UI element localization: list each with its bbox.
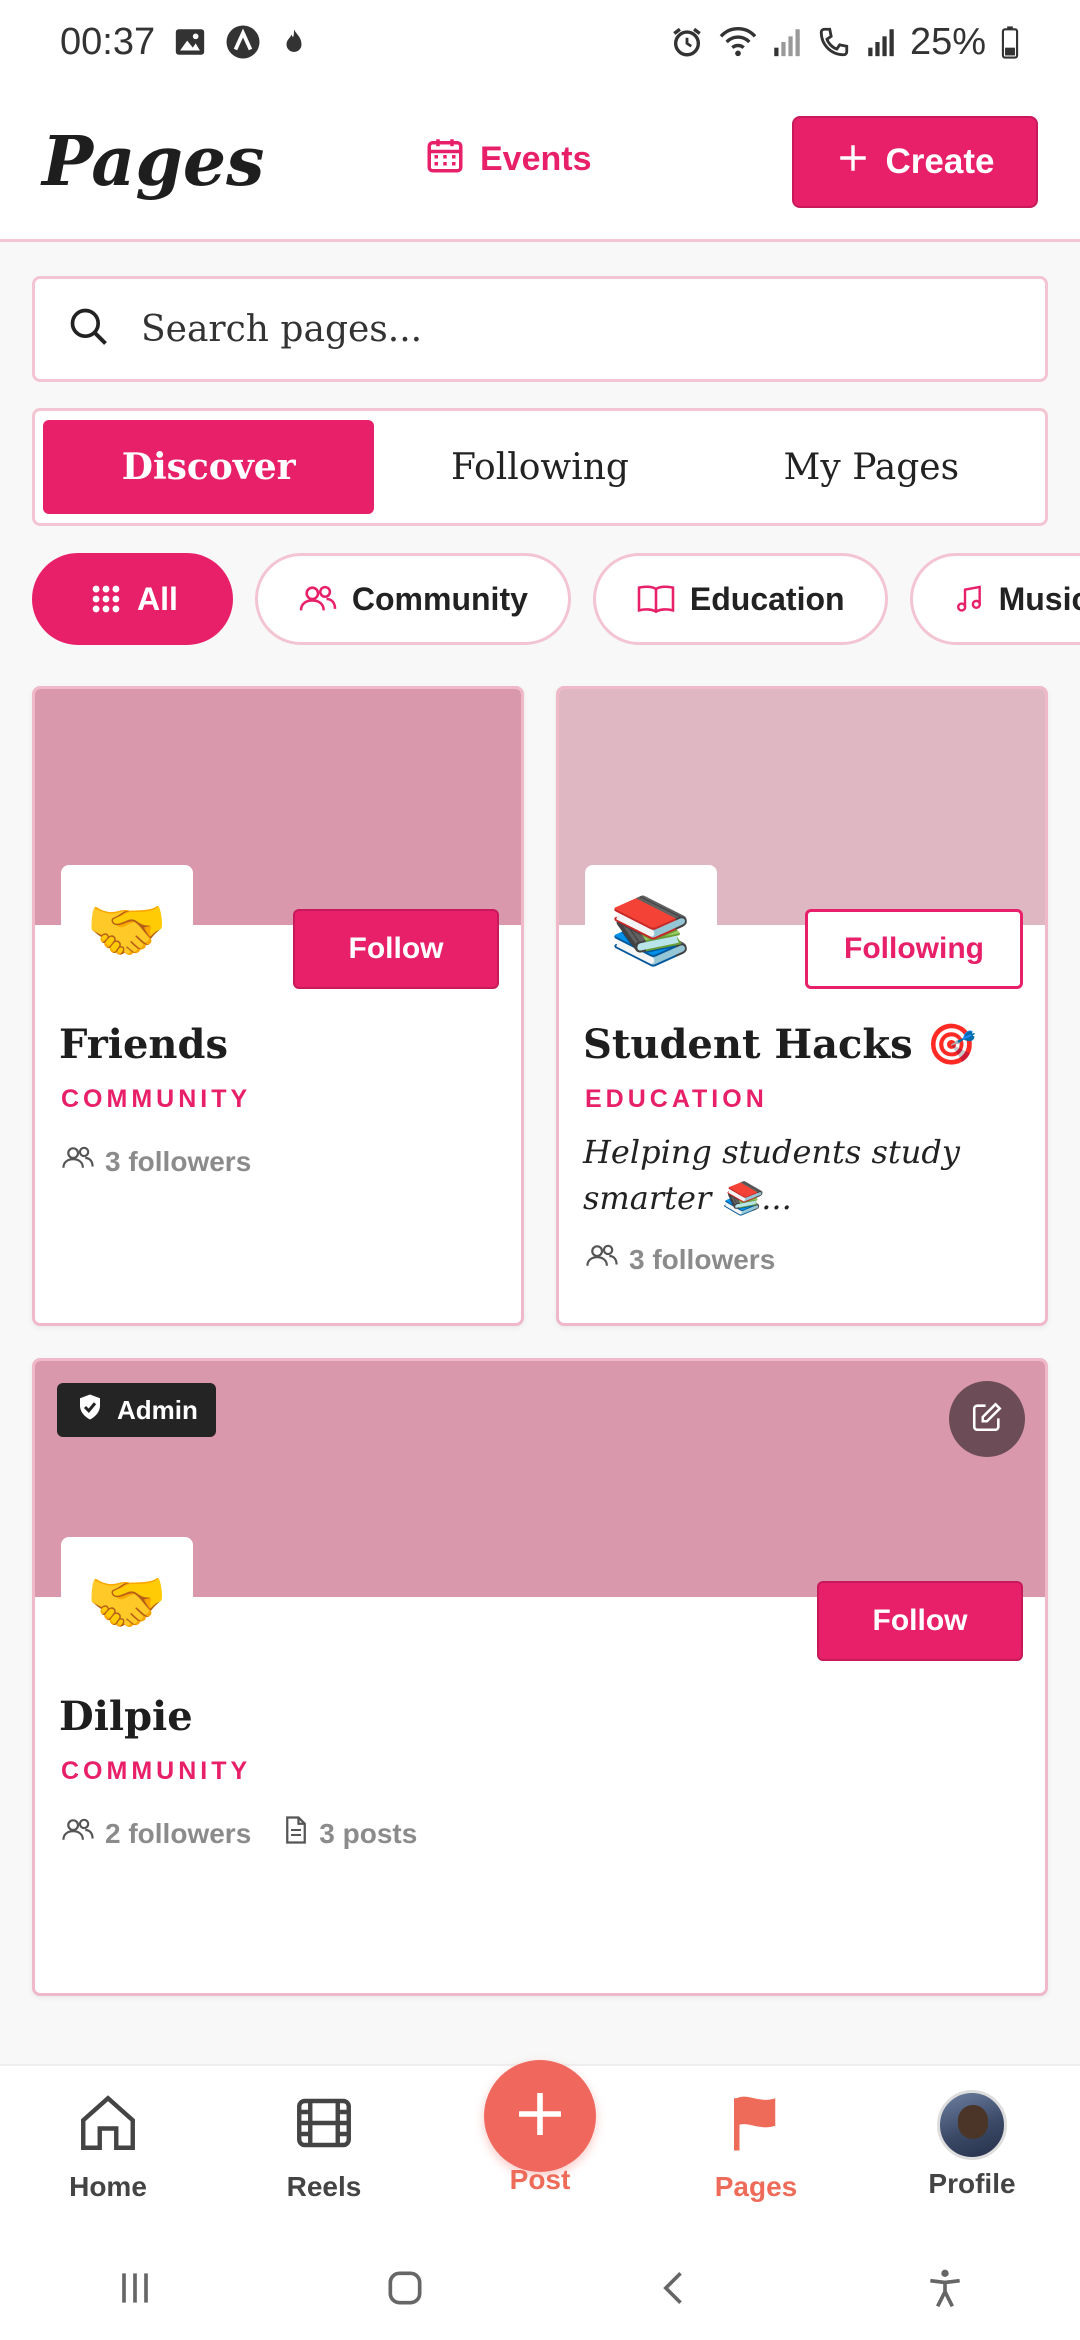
chip-community[interactable]: Community [254,553,571,645]
shield-check-icon [75,1391,105,1430]
page-category: COMMUNITY [61,1085,252,1113]
chip-all[interactable]: All [32,553,233,645]
nav-home[interactable]: Home [0,2066,216,2240]
page-avatar: 🤝 [61,865,193,997]
nav-label: Pages [714,2171,798,2202]
create-label: Create [885,142,995,181]
category-filter: All Community Education Music [32,553,1080,645]
page-card-student-hacks[interactable]: 📚 Following Student Hacks 🎯 EDUCATION He… [556,686,1048,1326]
chip-music[interactable]: Music [909,553,1080,645]
followers-icon [585,1241,619,1278]
signal-icon [772,25,802,59]
status-bar: 00:37 25% [0,0,1080,84]
recent-apps-icon[interactable] [113,2266,157,2315]
admin-label: Admin [117,1394,198,1425]
page-tabs: Discover Following My Pages [32,408,1048,526]
search-icon [67,305,111,354]
followers-icon [61,1143,95,1180]
plus-icon [836,141,870,184]
nav-pages[interactable]: Pages [648,2066,864,2240]
system-navigation [0,2240,1080,2340]
nav-label: Profile [928,2168,1016,2199]
document-icon [283,1815,309,1852]
chip-education[interactable]: Education [592,553,888,645]
page-stats: 2 followers 3 posts [61,1815,417,1852]
page-title: Pages [42,121,265,202]
events-label: Events [480,140,592,178]
music-icon [953,581,985,617]
flame-notification-icon [279,25,309,59]
page-category: EDUCATION [585,1085,768,1113]
wifi-icon [718,25,758,59]
search-input[interactable]: Search pages... [32,276,1048,382]
chip-label: Community [351,580,528,617]
avatar [937,2090,1007,2160]
admin-badge: Admin [57,1383,216,1437]
nav-reels[interactable]: Reels [216,2066,432,2240]
book-icon [636,582,676,616]
page-card-friends[interactable]: 🤝 Follow Friends COMMUNITY 3 followers [32,686,524,1326]
search-placeholder: Search pages... [141,308,423,350]
nav-label: Home [69,2171,147,2202]
status-time: 00:37 [60,20,156,63]
post-button[interactable] [484,2060,596,2172]
edit-icon [970,1400,1004,1439]
page-name[interactable]: Dilpie [59,1693,193,1740]
calendar-icon [424,134,466,185]
image-notification-icon [173,25,207,59]
plus-icon [512,2086,568,2147]
page-name[interactable]: Friends [59,1021,228,1068]
alarm-icon [670,25,704,59]
following-button[interactable]: Following [805,909,1023,989]
chip-label: All [137,580,178,617]
users-icon [298,582,338,616]
followers-count: 2 followers [105,1817,252,1849]
page-description: Helping students study smarter 📚... [583,1133,960,1217]
followers-count: 3 followers [105,1145,252,1177]
page-avatar: 🤝 [61,1537,193,1669]
create-button[interactable]: Create [792,116,1038,208]
chip-label: Education [689,580,845,617]
follow-button[interactable]: Follow [293,909,499,989]
accessibility-icon[interactable] [923,2266,967,2315]
page-stats: 3 followers [61,1143,251,1180]
grid-icon [89,582,123,616]
film-icon [291,2090,357,2163]
battery-percent: 25% [909,20,986,63]
tab-my-pages[interactable]: My Pages [706,420,1037,514]
chip-label: Music [998,580,1080,617]
wifi-call-icon [816,25,852,59]
page-category: COMMUNITY [61,1757,252,1785]
battery-icon [1000,25,1020,59]
followers-icon [61,1815,95,1852]
app-notification-icon [225,24,261,60]
app-header: Pages Events Create [0,84,1080,242]
edit-page-button[interactable] [949,1381,1025,1457]
events-link[interactable]: Events [424,134,592,185]
page-avatar: 📚 [585,865,717,997]
followers-count: 3 followers [629,1243,776,1275]
page-card-dilpie[interactable]: Admin 🤝 Follow Dilpie COMMUNITY 2 follow… [32,1358,1048,1996]
signal-2-icon [866,25,896,59]
page-stats: 3 followers [585,1241,775,1278]
home-icon [75,2090,141,2163]
nav-profile[interactable]: Profile [864,2066,1080,2240]
tab-discover[interactable]: Discover [43,420,375,514]
posts-count: 3 posts [319,1817,418,1849]
tab-following[interactable]: Following [374,420,705,514]
flag-icon [723,2090,789,2163]
page-name[interactable]: Student Hacks 🎯 [583,1021,976,1068]
post-label: Post [509,2164,571,2195]
home-system-icon[interactable] [383,2266,427,2315]
follow-button[interactable]: Follow [817,1581,1023,1661]
back-icon[interactable] [653,2266,697,2315]
nav-label: Reels [286,2171,362,2202]
